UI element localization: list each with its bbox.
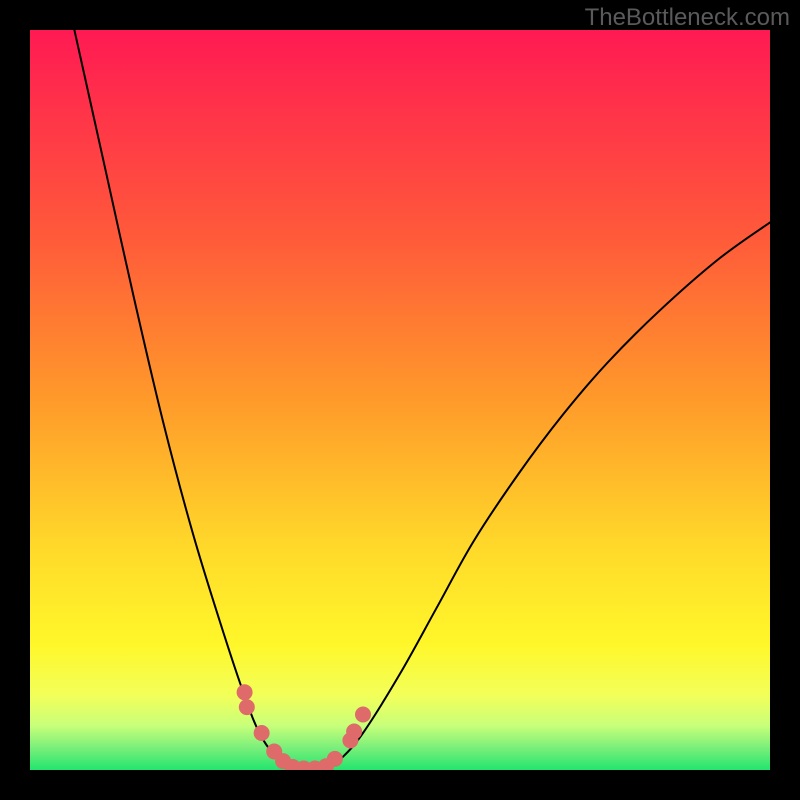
watermark-text: TheBottleneck.com xyxy=(585,4,790,32)
valley-marker xyxy=(254,725,270,741)
valley-marker xyxy=(239,699,255,715)
valley-marker xyxy=(327,751,343,767)
valley-marker xyxy=(355,707,371,723)
valley-marker xyxy=(237,684,253,700)
valley-marker xyxy=(346,724,362,740)
chart-svg xyxy=(0,0,800,800)
chart-container: TheBottleneck.com xyxy=(0,0,800,800)
chart-background xyxy=(30,30,770,770)
